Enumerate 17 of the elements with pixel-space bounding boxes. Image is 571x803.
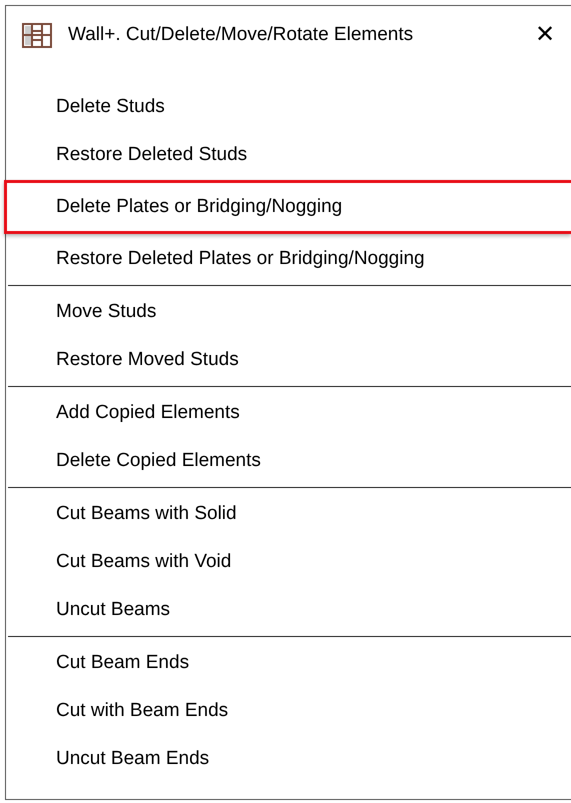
menu-item[interactable]: Restore Deleted Plates or Bridging/Nogging <box>6 235 571 283</box>
menu-item[interactable]: Restore Deleted Studs <box>6 131 571 179</box>
menu-item[interactable]: Restore Moved Studs <box>6 336 571 384</box>
menu-item[interactable]: Delete Studs <box>6 83 571 131</box>
window-title: Wall+. Cut/Delete/Move/Rotate Elements <box>68 22 414 47</box>
menu-item[interactable]: Move Studs <box>6 288 571 336</box>
menu-item[interactable]: Uncut Beams <box>6 586 571 634</box>
menu-item[interactable]: Uncut Beam Ends <box>6 735 571 783</box>
menu-item[interactable]: Add Copied Elements <box>6 389 571 437</box>
menu-item[interactable]: Delete Copied Elements <box>6 437 571 485</box>
menu-item[interactable]: Delete Plates or Bridging/Nogging <box>4 180 571 234</box>
menu-item[interactable]: Cut Beams with Void <box>6 538 571 586</box>
menu-item[interactable]: Cut Beam Ends <box>6 639 571 687</box>
close-button[interactable]: ✕ <box>531 23 559 47</box>
menu-item[interactable]: Cut Beams with Solid <box>6 490 571 538</box>
menu-item[interactable]: Cut with Beam Ends <box>6 687 571 735</box>
grid-icon <box>22 22 52 48</box>
